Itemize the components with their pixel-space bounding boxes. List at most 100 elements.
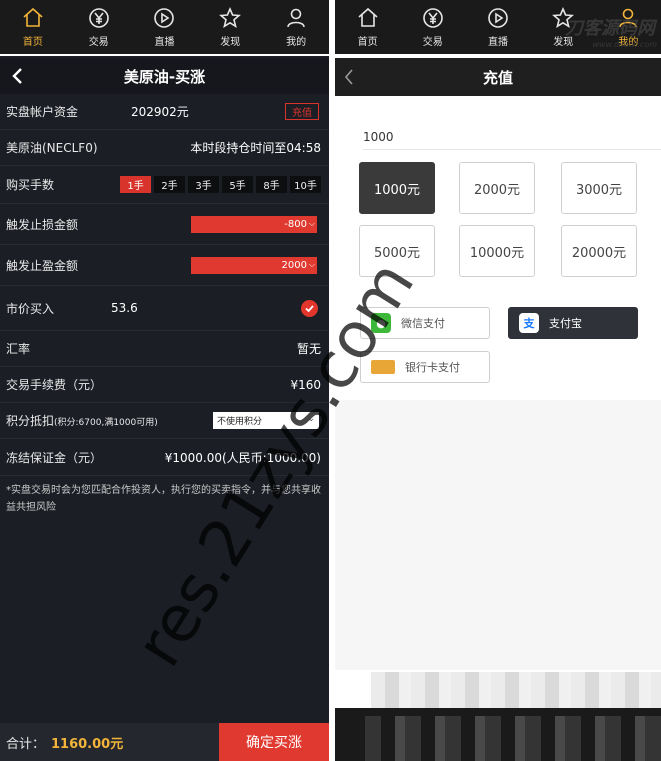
- product-hold-time: 本时段持仓时间至04:58: [190, 141, 321, 155]
- take-profit-select[interactable]: 2000 ⌵: [191, 256, 317, 274]
- back-arrow-icon[interactable]: [10, 66, 24, 86]
- stop-loss-label: 触发止损金额: [6, 217, 79, 232]
- check-circle-icon[interactable]: [301, 299, 318, 317]
- amount-option[interactable]: 10000元: [459, 225, 535, 277]
- total-label: 合计：: [6, 736, 46, 752]
- stop-loss-row: 触发止损金额 -800 ⌵: [0, 204, 329, 245]
- tab-label: 我的: [286, 37, 307, 48]
- lot-option[interactable]: 2手: [154, 176, 185, 193]
- wechat-pay-button[interactable]: ● 微信支付: [360, 307, 490, 339]
- amount-option[interactable]: 3000元: [561, 162, 637, 214]
- yen-icon: [88, 8, 109, 28]
- fee-row: 交易手续费（元） ¥160: [0, 367, 329, 403]
- tab-discover[interactable]: 发现: [197, 0, 263, 54]
- fee-label: 交易手续费（元）: [6, 378, 103, 392]
- lots-selector: 1手 2手 3手 5手 8手 10手: [120, 176, 321, 193]
- rate-label: 汇率: [6, 342, 31, 356]
- recharge-panel: 首页 交易 直播 发现 我的 刀客源码网 www.dkewl.com 充值 10…: [335, 0, 661, 761]
- order-navbar: 美原油-买涨: [0, 58, 329, 94]
- tab-label: 首页: [357, 37, 378, 48]
- chevron-down-icon: ⌵: [308, 259, 315, 269]
- lot-option[interactable]: 1手: [120, 176, 151, 193]
- stop-loss-select[interactable]: -800 ⌵: [191, 215, 317, 233]
- lot-option[interactable]: 5手: [222, 176, 253, 193]
- stop-loss-value: -800: [284, 218, 307, 230]
- points-row: 积分抵扣(积分:6700,满1000可用) 不使用积分 ⌄: [0, 403, 329, 439]
- home-icon: [358, 7, 378, 27]
- bank-card-button[interactable]: 银行卡支付: [360, 351, 490, 383]
- deposit-label: 冻结保证金（元）: [6, 450, 103, 465]
- tab-label: 直播: [154, 37, 175, 48]
- lots-label: 购买手数: [6, 178, 55, 192]
- amount-option[interactable]: 2000元: [459, 162, 535, 214]
- play-icon: [488, 8, 508, 28]
- amount-input[interactable]: 1000: [363, 124, 661, 150]
- right-tabbar: 首页 交易 直播 发现 我的 刀客源码网 www.dkewl.com: [335, 0, 661, 56]
- tab-label: 交易: [422, 37, 443, 48]
- deposit-row: 冻结保证金（元） ¥1000.00(人民币:1000.00): [0, 439, 329, 476]
- product-label: 美原油(NECLF0): [6, 141, 98, 155]
- tab-live[interactable]: 直播: [132, 0, 198, 54]
- amount-input-value: 1000: [363, 129, 394, 144]
- left-tabbar: 首页 交易 直播 发现 我的: [0, 0, 329, 56]
- total-value: 1160.00元: [51, 736, 124, 752]
- rate-row: 汇率 暂无: [0, 331, 329, 367]
- rate-value: 暂无: [296, 342, 321, 356]
- alipay-label: 支付宝: [549, 317, 582, 330]
- tab-label: 直播: [488, 37, 508, 48]
- bottom-bar: [335, 708, 661, 761]
- tab-label: 发现: [220, 37, 241, 48]
- tab-trade[interactable]: 交易: [66, 0, 132, 54]
- market-buy-row: 市价买入 53.6: [0, 286, 329, 331]
- wechat-pay-label: 微信支付: [401, 317, 445, 330]
- account-label: 实盘帐户资金: [6, 105, 79, 119]
- tab-home[interactable]: 首页: [0, 0, 66, 54]
- brand-watermark-url: www.dkewl.com: [592, 40, 657, 49]
- amount-option[interactable]: 5000元: [359, 225, 435, 277]
- tab-mine[interactable]: 我的: [263, 0, 329, 54]
- tab-label: 首页: [22, 37, 43, 48]
- market-buy-price: 53.6: [111, 301, 138, 315]
- amount-option[interactable]: 20000元: [561, 225, 637, 277]
- brand-watermark: 刀客源码网: [565, 18, 655, 39]
- page-title: 充值: [482, 68, 513, 87]
- order-footer: 合计： 1160.00元 确定买涨: [0, 723, 329, 761]
- confirm-buy-button[interactable]: 确定买涨: [219, 723, 329, 761]
- wechat-icon: ●: [371, 313, 391, 333]
- risk-note: *实盘交易时会为您匹配合作投资人，执行您的买卖指令，并与您共享收益共担风险: [6, 485, 321, 513]
- amount-option[interactable]: 1000元: [359, 162, 435, 214]
- take-profit-value: 2000: [281, 259, 307, 271]
- deposit-value: ¥1000.00(人民币:1000.00): [164, 450, 321, 465]
- market-buy-label: 市价买入: [6, 301, 55, 316]
- star-icon: [219, 6, 242, 29]
- points-hint: (积分:6700,满1000可用): [54, 418, 158, 428]
- home-icon: [23, 7, 43, 27]
- chevron-down-icon: ⌵: [308, 218, 315, 228]
- lot-option[interactable]: 10手: [290, 176, 321, 193]
- alipay-button[interactable]: 支 支付宝: [508, 307, 638, 339]
- points-select[interactable]: 不使用积分 ⌄: [213, 412, 319, 429]
- bank-card-label: 银行卡支付: [405, 361, 460, 374]
- tab-live[interactable]: 直播: [465, 0, 530, 54]
- points-select-value: 不使用积分: [217, 417, 263, 427]
- take-profit-row: 触发止盈金额 2000 ⌵: [0, 245, 329, 286]
- mosaic-area: [371, 672, 661, 708]
- tab-label: 交易: [88, 37, 109, 48]
- fee-value: ¥160: [290, 377, 321, 392]
- page-title: 美原油-买涨: [123, 67, 206, 86]
- lots-row: 购买手数 1手 2手 3手 5手 8手 10手: [0, 166, 329, 204]
- tab-home[interactable]: 首页: [335, 0, 400, 54]
- lot-option[interactable]: 8手: [256, 176, 287, 193]
- yen-icon: [422, 8, 443, 28]
- bank-card-icon: [371, 360, 395, 374]
- blurred-area: [335, 400, 661, 670]
- chevron-down-icon: ⌄: [307, 414, 315, 424]
- take-profit-label: 触发止盈金额: [6, 258, 79, 273]
- points-label: 积分抵扣(积分:6700,满1000可用): [6, 414, 158, 428]
- play-icon: [154, 8, 175, 28]
- back-arrow-icon[interactable]: [343, 68, 355, 86]
- recharge-button[interactable]: 充值: [285, 103, 319, 120]
- user-icon: [287, 8, 305, 28]
- lot-option[interactable]: 3手: [188, 176, 219, 193]
- tab-trade[interactable]: 交易: [400, 0, 465, 54]
